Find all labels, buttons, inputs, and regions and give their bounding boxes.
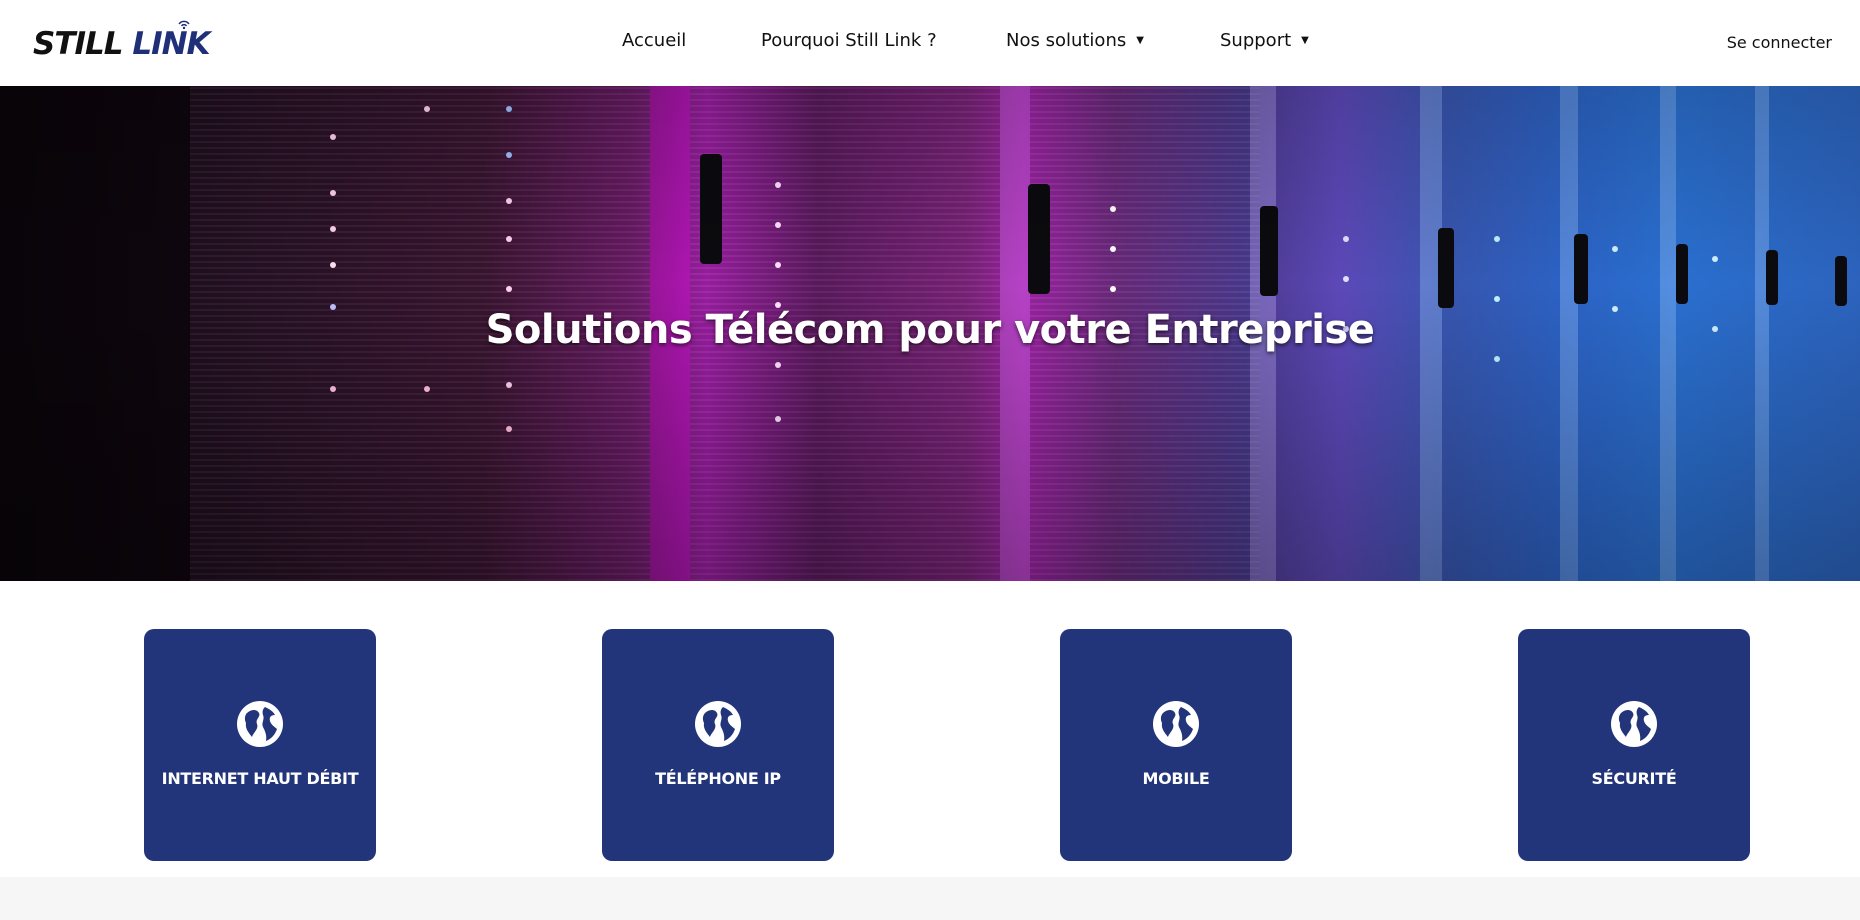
hero-title: Solutions Télécom pour votre Entreprise <box>485 307 1375 353</box>
globe-icon <box>695 701 741 747</box>
card-telephone-ip[interactable]: TÉLÉPHONE IP <box>602 629 834 861</box>
nav-pourquoi-label: Pourquoi Still Link ? <box>761 30 937 51</box>
card-label: INTERNET HAUT DÉBIT <box>161 769 359 788</box>
card-internet-haut-debit[interactable]: INTERNET HAUT DÉBIT <box>144 629 376 861</box>
login-link[interactable]: Se connecter <box>1727 33 1832 52</box>
card-label: MOBILE <box>1142 769 1210 788</box>
globe-icon <box>237 701 283 747</box>
nav-nos-solutions-label: Nos solutions <box>1006 30 1127 51</box>
globe-icon <box>1153 701 1199 747</box>
card-mobile[interactable]: MOBILE <box>1060 629 1292 861</box>
caret-down-icon: ▼ <box>1136 35 1144 46</box>
nav-accueil[interactable]: Accueil <box>622 30 686 51</box>
site-header: STILL LINK Accueil Pourquoi Still Link ?… <box>0 0 1860 86</box>
hero-banner: Solutions Télécom pour votre Entreprise <box>0 86 1860 581</box>
card-securite[interactable]: SÉCURITÉ <box>1518 629 1750 861</box>
caret-down-icon: ▼ <box>1301 35 1309 46</box>
card-label: TÉLÉPHONE IP <box>655 769 781 788</box>
nav-nos-solutions[interactable]: Nos solutions ▼ <box>1006 30 1144 51</box>
nav-support[interactable]: Support ▼ <box>1220 30 1309 51</box>
services-section: INTERNET HAUT DÉBIT TÉLÉPHONE IP MOBILE … <box>0 581 1860 877</box>
still-link-logo[interactable]: STILL LINK <box>33 18 213 62</box>
nav-accueil-label: Accueil <box>622 30 687 51</box>
logo-link-text: LINK <box>132 26 210 62</box>
logo-wordmark: STILL LINK <box>33 26 211 62</box>
globe-icon <box>1611 701 1657 747</box>
next-section-strip <box>0 877 1860 920</box>
card-label: SÉCURITÉ <box>1591 769 1677 788</box>
nav-support-label: Support <box>1220 30 1292 51</box>
logo-still-text: STILL <box>33 26 124 62</box>
nav-pourquoi[interactable]: Pourquoi Still Link ? <box>761 30 937 51</box>
